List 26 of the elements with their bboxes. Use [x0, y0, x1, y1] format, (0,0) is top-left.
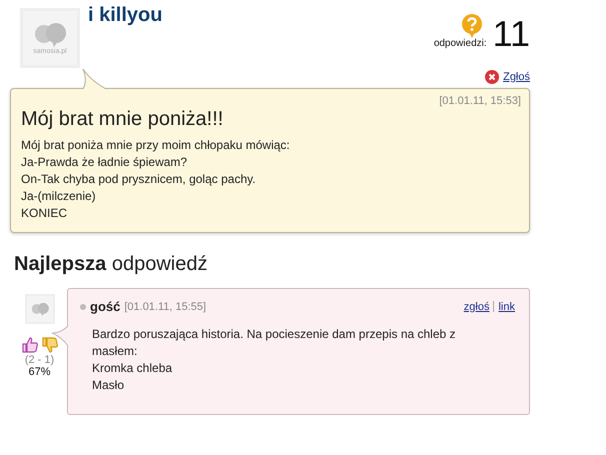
- answers-count: 11: [492, 14, 530, 54]
- close-icon: [485, 70, 500, 84]
- question-bubble-icon: [460, 14, 483, 38]
- vote-percent: 67%: [28, 366, 51, 378]
- report-link[interactable]: Zgłoś: [503, 71, 530, 83]
- question-text: Ja-(milczenie): [21, 188, 97, 205]
- answer-text: Kromka chleba: [92, 360, 174, 377]
- answer-author: gość: [90, 299, 120, 314]
- thumbs-up-icon[interactable]: [20, 336, 38, 354]
- question-text: Ja-Prawda że ładnie śpiewam?: [21, 154, 188, 171]
- answers-label: odpowiedzi:: [434, 38, 487, 49]
- answer-link[interactable]: link: [498, 300, 515, 312]
- vote-count: (2 - 1): [24, 354, 54, 366]
- question-text: Mój brat poniża mnie przy moim chłopaku mówiąc:: [21, 137, 291, 154]
- answer-link[interactable]: zgłoś: [464, 300, 490, 312]
- question-text: KONIEC: [21, 205, 68, 222]
- author-link[interactable]: i killyou: [88, 4, 162, 27]
- answer-text: Masło: [92, 377, 126, 394]
- status-dot: [80, 304, 86, 310]
- thumbs-down-icon[interactable]: [40, 336, 58, 354]
- post-date: [01.01.11, 15:55]: [124, 300, 206, 312]
- answer-text: Bardzo poruszająca historia. Na pocieszenie dam przepis na chleb z masłem:: [92, 326, 457, 360]
- question-title: Mój brat mnie poniża!!!: [21, 108, 224, 131]
- section-heading: Najlepsza odpowiedź: [14, 253, 208, 276]
- post-date: [01.01.11, 15:53]: [438, 95, 521, 107]
- question-text: On-Tak chyba pod prysznicem, goląc pachy.: [21, 171, 257, 188]
